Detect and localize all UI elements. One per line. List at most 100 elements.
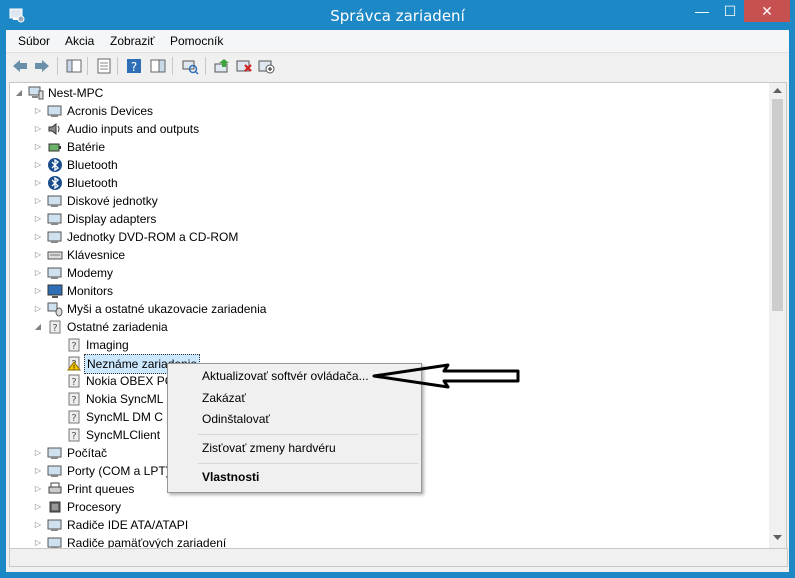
scan-hardware-menu-item[interactable]: Zisťovať zmeny hardvéru <box>202 438 336 458</box>
bluetooth-icon <box>48 176 62 190</box>
processor-icon <box>49 501 61 513</box>
tree-device-label: Imaging <box>86 338 129 352</box>
tree-device-row[interactable]: ? Imaging <box>52 336 472 354</box>
scroll-down-icon[interactable] <box>773 535 782 541</box>
expand-arrow-icon[interactable]: ▷ <box>33 102 43 120</box>
svg-text:?: ? <box>71 395 76 406</box>
battery-icon <box>48 143 61 152</box>
monitor-icon <box>47 284 63 298</box>
uninstall-icon[interactable] <box>235 57 253 75</box>
modem-icon <box>47 267 62 279</box>
port-icon <box>47 465 62 477</box>
expand-arrow-icon[interactable]: ▷ <box>33 156 43 174</box>
collapse-arrow-icon[interactable]: ◢ <box>33 318 43 336</box>
expand-arrow-icon[interactable]: ▷ <box>33 480 43 498</box>
tree-category-row[interactable]: ▷ Batérie <box>33 138 453 156</box>
tree-category-row[interactable]: ▷ Jednotky DVD-ROM a CD-ROM <box>33 228 453 246</box>
tree-category-row[interactable]: ▷ Monitors <box>33 282 453 300</box>
tree-category-row[interactable]: ▷ Radiče pamäťových zariadení <box>33 534 453 549</box>
disable-icon[interactable] <box>257 57 275 75</box>
tree-category-row[interactable]: ▷ Procesory <box>33 498 453 516</box>
title-bar[interactable]: Správca zariadení — ☐ ✕ <box>0 0 795 30</box>
expand-arrow-icon[interactable]: ▷ <box>33 516 43 534</box>
tree-category-row[interactable]: ▷ Radiče IDE ATA/ATAPI <box>33 516 453 534</box>
speaker-icon <box>48 123 60 135</box>
show-hide-console-tree-icon[interactable] <box>65 57 83 75</box>
expand-arrow-icon[interactable]: ▷ <box>33 246 43 264</box>
svg-text:?: ? <box>71 413 76 424</box>
close-button[interactable]: ✕ <box>744 0 790 22</box>
update-driver-icon[interactable] <box>213 57 231 75</box>
tree-device-label: Nokia SyncML <box>86 392 164 406</box>
toolbar-separator <box>57 57 58 75</box>
tree-device-label: Nokia OBEX PC <box>86 374 174 388</box>
menu-view[interactable]: Zobraziť <box>110 34 155 48</box>
expand-arrow-icon[interactable]: ▷ <box>33 138 43 156</box>
tree-category-label: Procesory <box>67 500 122 514</box>
mouse-icon <box>47 302 63 317</box>
computer-icon <box>47 447 62 459</box>
expand-arrow-icon[interactable]: ▷ <box>33 210 43 228</box>
tree-category-label: Ostatné zariadenia <box>67 320 168 334</box>
scan-hardware-icon[interactable] <box>181 57 199 75</box>
unknown-device-icon: ? <box>68 392 80 406</box>
expand-arrow-icon[interactable]: ▷ <box>33 174 43 192</box>
tree-category-label: Počítač <box>67 446 108 460</box>
expand-arrow-icon[interactable]: ▷ <box>33 462 43 480</box>
expand-arrow-icon[interactable]: ▷ <box>33 534 43 548</box>
tree-root-row[interactable]: ◢ Nest-MPC <box>14 84 314 102</box>
annotation-arrow-icon <box>372 363 520 389</box>
tree-category-row[interactable]: ▷ Klávesnice <box>33 246 453 264</box>
back-arrow-icon[interactable] <box>11 57 29 75</box>
disable-menu-item[interactable]: Zakázať <box>202 388 246 408</box>
vertical-scroll-thumb[interactable] <box>772 99 783 311</box>
expand-arrow-icon[interactable]: ▷ <box>33 264 43 282</box>
tree-category-label: Radiče pamäťových zariadení <box>67 536 227 549</box>
svg-text:?: ? <box>71 341 76 352</box>
toolbar-separator <box>87 57 88 75</box>
tree-category-row[interactable]: ▷ Myši a ostatné ukazovacie zariadenia <box>33 300 453 318</box>
tree-category-row[interactable]: ▷ Display adapters <box>33 210 453 228</box>
expand-arrow-icon[interactable]: ▷ <box>33 120 43 138</box>
expand-arrow-icon[interactable]: ▷ <box>33 300 43 318</box>
unknown-device-icon: ? <box>68 338 80 352</box>
printer-icon <box>48 482 62 494</box>
tree-category-row[interactable]: ▷ Bluetooth <box>33 156 453 174</box>
tree-device-label: SyncMLClient <box>86 428 161 442</box>
tree-category-row[interactable]: ▷ Bluetooth <box>33 174 453 192</box>
tree-category-row[interactable]: ▷ Diskové jednotky <box>33 192 453 210</box>
tree-category-row[interactable]: ▷ Modemy <box>33 264 453 282</box>
expand-arrow-icon[interactable]: ▷ <box>33 444 43 462</box>
collapse-arrow-icon[interactable]: ◢ <box>14 84 24 102</box>
expand-arrow-icon[interactable]: ▷ <box>33 228 43 246</box>
expand-arrow-icon[interactable]: ▷ <box>33 192 43 210</box>
device-icon <box>47 105 62 117</box>
expand-arrow-icon[interactable]: ▷ <box>33 282 43 300</box>
maximize-button[interactable]: ☐ <box>716 0 744 22</box>
svg-text:?: ? <box>71 431 76 442</box>
menu-file[interactable]: Súbor <box>18 34 50 48</box>
help-icon[interactable]: ? <box>125 57 143 75</box>
vertical-scrollbar[interactable] <box>769 82 787 549</box>
toolbar-separator <box>172 57 173 75</box>
toolbar-separator <box>117 57 118 75</box>
properties-icon[interactable] <box>95 57 113 75</box>
menu-help[interactable]: Pomocník <box>170 34 223 48</box>
properties-menu-item[interactable]: Vlastnosti <box>202 467 259 487</box>
tree-category-label: Diskové jednotky <box>67 194 158 208</box>
update-driver-menu-item[interactable]: Aktualizovať softvér ovládača... <box>202 366 369 386</box>
tree-category-row[interactable]: ▷ Audio inputs and outputs <box>33 120 453 138</box>
expand-arrow-icon[interactable]: ▷ <box>33 498 43 516</box>
tree-category-row[interactable]: ▷ Acronis Devices <box>33 102 453 120</box>
minimize-button[interactable]: — <box>688 0 716 22</box>
forward-arrow-icon[interactable] <box>33 57 51 75</box>
show-action-pane-icon[interactable] <box>149 57 167 75</box>
window-title: Správca zariadení <box>330 7 465 25</box>
uninstall-menu-item[interactable]: Odinštalovať <box>202 409 270 429</box>
tree-category-label: Acronis Devices <box>67 104 154 118</box>
scroll-up-icon[interactable] <box>773 87 782 93</box>
tree-root-label: Nest-MPC <box>48 86 104 100</box>
menu-action[interactable]: Akcia <box>65 34 94 48</box>
horizontal-scrollbar[interactable] <box>9 548 788 567</box>
tree-category-row[interactable]: ◢? Ostatné zariadenia <box>33 318 453 336</box>
